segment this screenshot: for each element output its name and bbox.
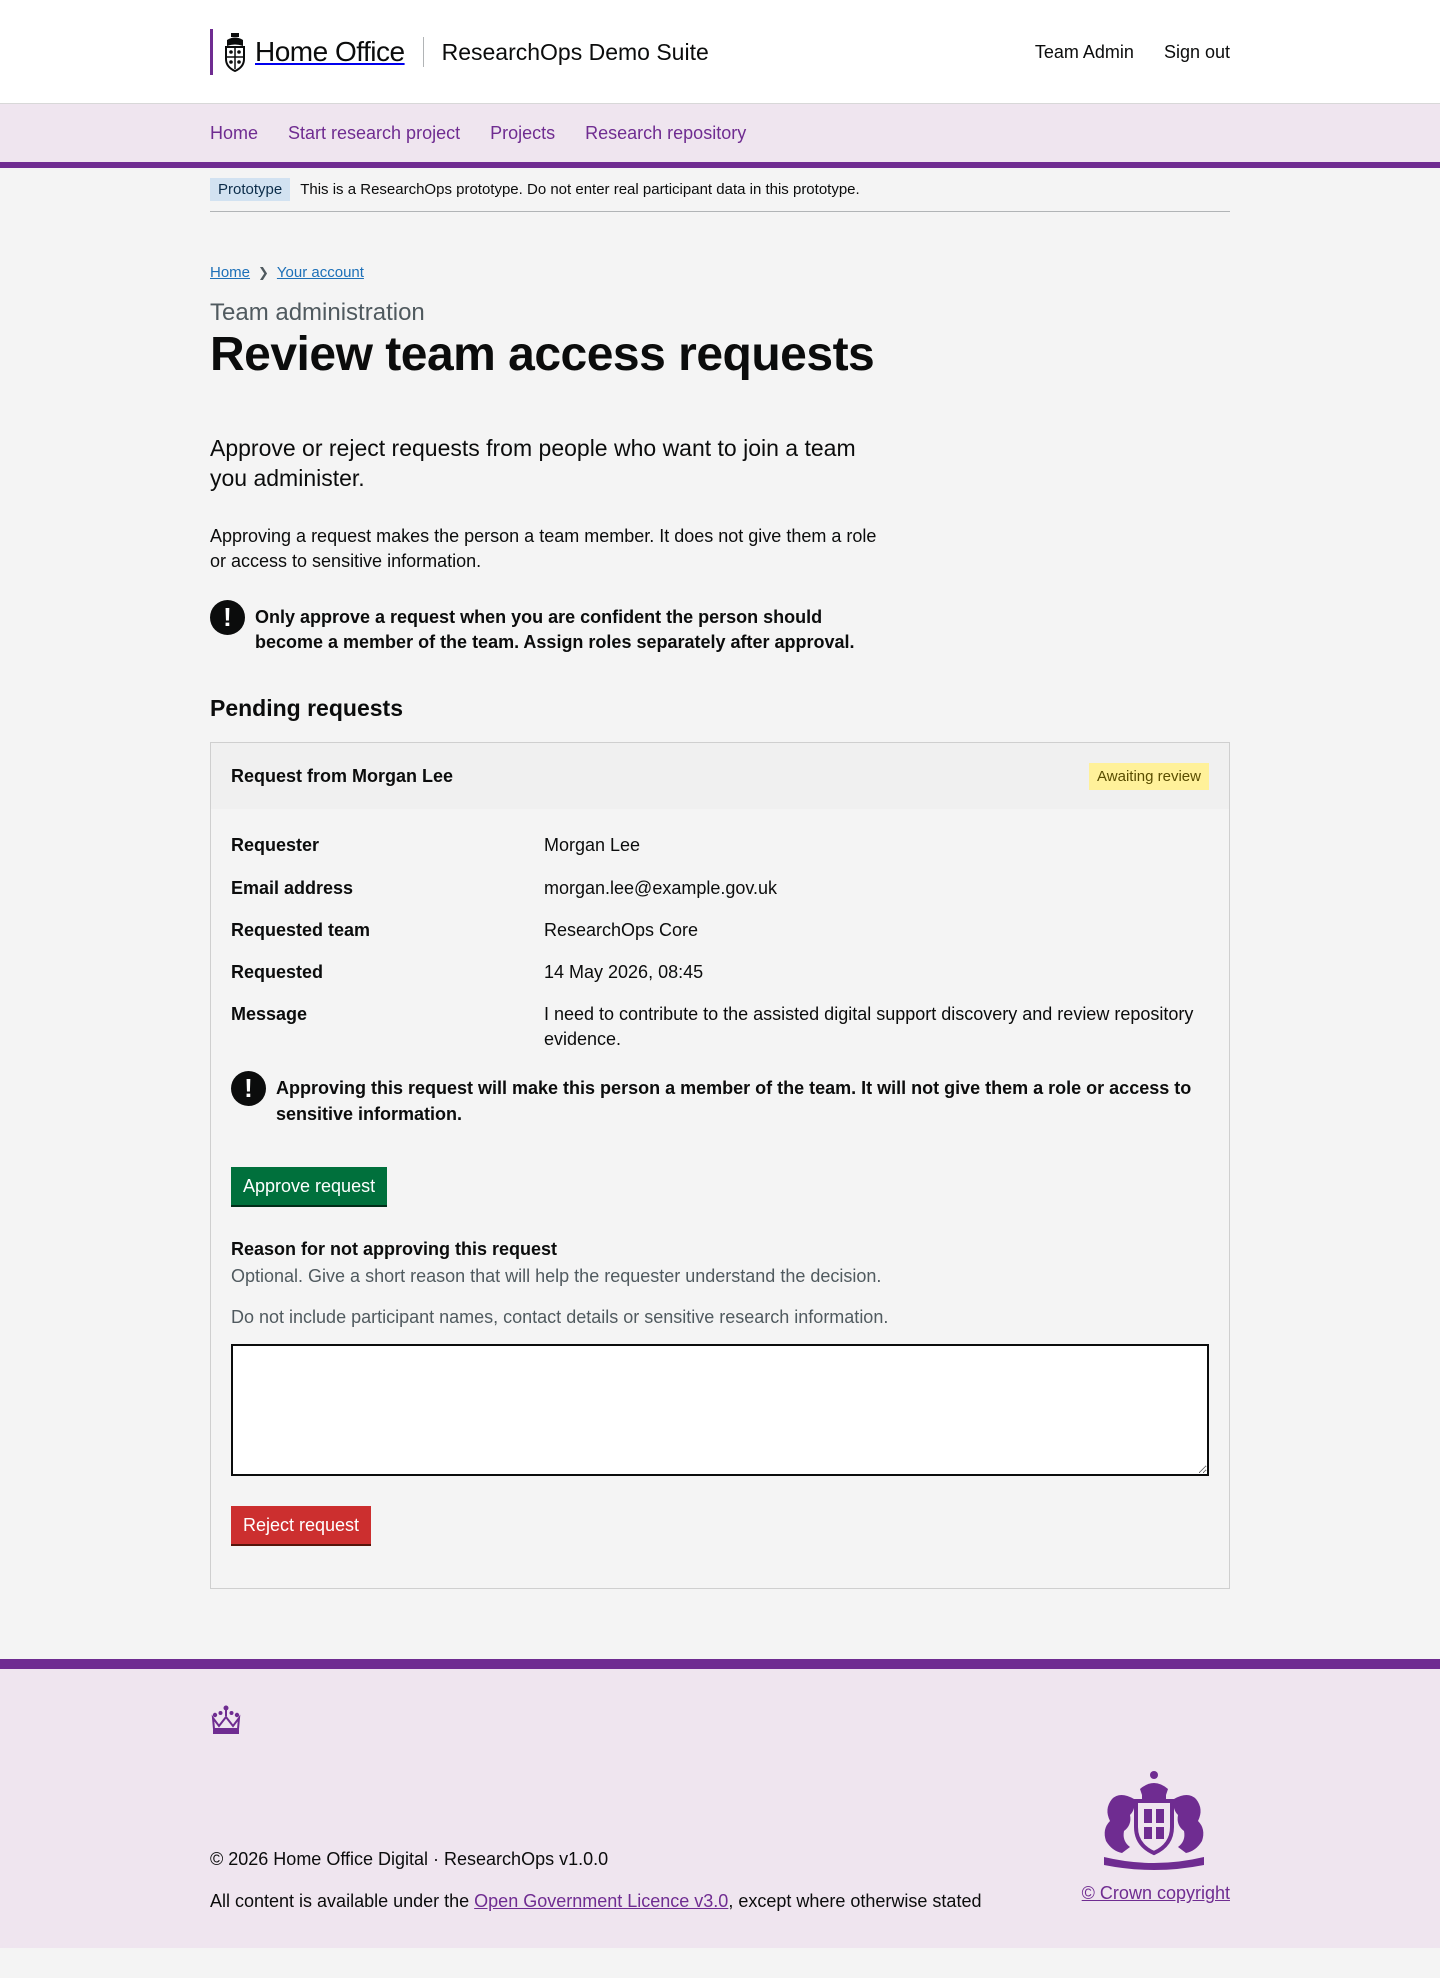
header-divider	[422, 37, 424, 67]
summary-value: 14 May 2026, 08:45	[544, 961, 704, 982]
summary-key: Email address	[231, 877, 354, 898]
request-card-body: Requester Morgan Lee Email address morga…	[211, 809, 1229, 1588]
warning-icon: !	[231, 1071, 266, 1107]
summary-value: morgan.lee@example.gov.uk	[544, 877, 778, 898]
header-account-links: Team Admin Sign out	[1035, 42, 1230, 63]
summary-key: Message	[231, 1004, 308, 1025]
home-office-logo[interactable]: Home Office	[210, 29, 405, 75]
service-navigation: Home Start research project Projects Res…	[0, 104, 1440, 168]
approval-warning: ! Approving this request will make this …	[231, 1071, 1209, 1126]
summary-row-requested: Requested 14 May 2026, 08:45	[231, 952, 1209, 994]
footer-meta: © 2026 Home Office Digital · ResearchOps…	[210, 1847, 981, 1914]
service-name-link[interactable]: ResearchOps Demo Suite	[442, 39, 709, 66]
nav-item-projects[interactable]: Projects	[490, 123, 555, 144]
summary-row-email: Email address morgan.lee@example.gov.uk	[231, 868, 1209, 910]
logo-text: Home Office	[255, 36, 405, 67]
request-summary-list: Requester Morgan Lee Email address morga…	[231, 825, 1209, 1061]
summary-row-message: Message I need to contribute to the assi…	[231, 994, 1209, 1061]
crown-icon	[211, 1705, 241, 1735]
phase-tag: Prototype	[210, 178, 291, 201]
site-header: Home Office ResearchOps Demo Suite Team …	[0, 0, 1440, 104]
main-content: Home ❯ Your account Team administration …	[210, 212, 1230, 1659]
summary-row-requested-team: Requested team ResearchOps Core	[231, 910, 1209, 952]
pending-requests-heading: Pending requests	[210, 695, 403, 722]
request-card-header: Request from Morgan Lee Awaiting review	[211, 743, 1229, 810]
summary-key: Requester	[231, 835, 320, 856]
phase-banner-text: This is a ResearchOps prototype. Do not …	[300, 181, 860, 198]
status-badge: Awaiting review	[1089, 762, 1209, 790]
warning-icon: !	[210, 599, 245, 635]
request-card: Request from Morgan Lee Awaiting review …	[210, 742, 1230, 1590]
summary-key: Requested	[231, 961, 324, 982]
team-admin-link[interactable]: Team Admin	[1035, 42, 1134, 63]
approval-warning-message: Approving this request will make this pe…	[276, 1078, 1192, 1124]
footer-copyright: © Crown copyright	[1070, 1769, 1230, 1904]
summary-value: I need to contribute to the assisted dig…	[544, 1004, 1194, 1050]
footer-version: © 2026 Home Office Digital · ResearchOps…	[210, 1849, 609, 1870]
request-title: Request from Morgan Lee	[231, 765, 454, 786]
approve-request-button[interactable]: Approve request	[231, 1166, 388, 1205]
summary-row-requester: Requester Morgan Lee	[231, 825, 1209, 867]
nav-item-start-research-project[interactable]: Start research project	[288, 123, 460, 144]
page-title: Review team access requests	[210, 328, 875, 381]
reason-hint: Optional. Give a short reason that will …	[231, 1265, 882, 1286]
warning-text: ! Only approve a request when you are co…	[210, 599, 1230, 655]
phase-banner: Prototype This is a ResearchOps prototyp…	[210, 168, 1230, 212]
summary-key: Requested team	[231, 919, 371, 940]
crown-copyright-link[interactable]: © Crown copyright	[1070, 1883, 1230, 1904]
summary-value: ResearchOps Core	[544, 919, 699, 940]
body-paragraph: Approving a request makes the person a t…	[210, 525, 877, 571]
open-government-licence-link[interactable]: Open Government Licence v3.0	[474, 1891, 728, 1911]
summary-value: Morgan Lee	[544, 835, 641, 856]
chevron-right-icon: ❯	[258, 264, 269, 280]
reason-textarea[interactable]	[231, 1344, 1209, 1477]
licence-suffix: , except where otherwise stated	[728, 1891, 982, 1912]
reason-label: Reason for not approving this request	[231, 1238, 558, 1259]
site-footer: © 2026 Home Office Digital · ResearchOps…	[0, 1659, 1440, 1949]
royal-coat-of-arms-icon	[1104, 1771, 1204, 1871]
breadcrumb: Home ❯ Your account	[210, 264, 1230, 281]
licence-prefix: All content is available under the	[210, 1891, 475, 1912]
reject-request-button[interactable]: Reject request	[231, 1506, 372, 1545]
crest-icon	[225, 33, 245, 72]
page-caption: Team administration	[210, 299, 425, 326]
reason-hint-sensitive: Do not include participant names, contac…	[231, 1307, 889, 1328]
footer-licence: All content is available under the Open …	[210, 1889, 981, 1914]
nav-item-home[interactable]: Home	[210, 123, 258, 144]
breadcrumb-home-link[interactable]: Home	[210, 264, 250, 281]
breadcrumb-your-account-link[interactable]: Your account	[277, 264, 364, 281]
warning-message: Only approve a request when you are conf…	[255, 606, 855, 653]
lead-paragraph: Approve or reject requests from people w…	[210, 434, 856, 491]
nav-item-research-repository[interactable]: Research repository	[585, 123, 746, 144]
sign-out-link[interactable]: Sign out	[1164, 42, 1230, 63]
